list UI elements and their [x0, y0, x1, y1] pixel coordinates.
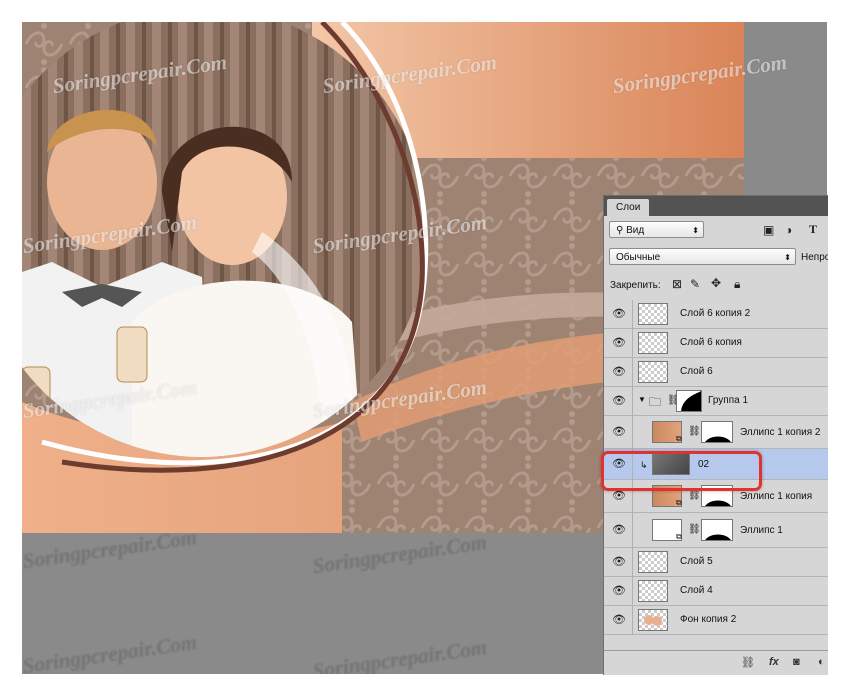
divider	[632, 606, 633, 635]
divider	[632, 548, 633, 577]
vector-mask-icon: ⧉	[676, 532, 682, 541]
layer-row[interactable]: 👁︎ ⧉ ⛓︎ Эллипс 1 копия 2	[604, 416, 828, 449]
layer-row[interactable]: 👁︎ Фон копия 2	[604, 606, 828, 635]
updown-arrows-icon: ⬍	[692, 226, 699, 235]
watermark-text: Soringpcrepair.Com	[311, 634, 489, 674]
eye-icon[interactable]: 👁︎	[608, 306, 630, 322]
watermark-text: Soringpcrepair.Com	[311, 529, 489, 579]
layer-mask-thumbnail	[701, 519, 733, 541]
layer-row[interactable]: 👁︎ ⧉ ⛓︎ Эллипс 1	[604, 513, 828, 548]
eye-icon[interactable]: 👁︎	[608, 393, 630, 409]
layer-thumbnail	[638, 332, 668, 354]
layer-name: Эллипс 1 копия 2	[740, 427, 821, 438]
divider	[632, 416, 633, 449]
lock-all-icon[interactable]: 🔒︎	[734, 277, 740, 292]
search-icon: ⚲	[616, 225, 627, 236]
mask-shape-icon	[681, 391, 701, 411]
eye-icon[interactable]: 👁︎	[608, 522, 630, 538]
layer-name: Слой 5	[680, 556, 713, 567]
selection-callout	[601, 451, 762, 491]
updown-arrows-icon: ⬍	[784, 253, 791, 262]
add-mask-icon[interactable]: ◙	[793, 656, 800, 668]
panel-tab-bar: Слои	[604, 196, 828, 216]
chain-link-icon[interactable]: ⛓︎	[688, 490, 701, 501]
filter-kind-select[interactable]: ⚲ Вид ⬍	[609, 221, 704, 238]
type-filter-icon[interactable]: T	[809, 222, 817, 237]
lock-brush-icon[interactable]: ✎	[690, 277, 700, 291]
layer-thumbnail	[638, 580, 668, 602]
vector-mask-icon: ⧉	[676, 434, 682, 443]
layer-row[interactable]: 👁︎ Слой 5	[604, 548, 828, 577]
eye-icon[interactable]: 👁︎	[608, 424, 630, 440]
chain-link-icon[interactable]: ⛓︎	[688, 524, 701, 535]
layer-thumbnail	[638, 551, 668, 573]
layer-mask-thumbnail	[701, 421, 733, 443]
layer-thumbnail	[638, 609, 668, 631]
eye-icon[interactable]: 👁︎	[608, 364, 630, 380]
layer-thumbnail	[638, 361, 668, 383]
lock-move-icon[interactable]: ✥	[711, 276, 721, 290]
layer-name: Группа 1	[708, 395, 749, 406]
photo-thumbnail-icon	[644, 615, 662, 626]
divider	[632, 387, 633, 416]
eye-icon[interactable]: 👁︎	[608, 612, 630, 628]
fx-button[interactable]: fx	[769, 656, 779, 668]
divider	[632, 513, 633, 548]
chain-link-icon[interactable]: ⛓︎	[688, 426, 701, 437]
divider	[632, 329, 633, 358]
layer-name: Слой 6 копия	[680, 337, 742, 348]
panel-bottom-toolbar: ⛓︎ fx ◙ ◐	[604, 650, 828, 675]
layer-row[interactable]: 👁︎ Слой 6 копия 2	[604, 300, 828, 329]
layer-row[interactable]: 👁︎ Слой 6	[604, 358, 828, 387]
lock-transparent-icon[interactable]: ⊠	[672, 277, 682, 291]
tab-layers[interactable]: Слои	[607, 199, 650, 216]
layer-name: Эллипс 1	[740, 525, 783, 536]
layer-name: Слой 6	[680, 366, 713, 377]
filter-row: ⚲ Вид ⬍ ▣ ◑ T	[604, 220, 828, 242]
eye-icon[interactable]: 👁︎	[608, 554, 630, 570]
eye-icon[interactable]: 👁︎	[608, 583, 630, 599]
layer-row[interactable]: 👁︎ Слой 6 копия	[604, 329, 828, 358]
disclosure-triangle-icon[interactable]: ▼	[638, 395, 646, 404]
layer-name: Слой 4	[680, 585, 713, 596]
vector-mask-icon: ⧉	[676, 498, 682, 507]
divider	[632, 577, 633, 606]
layer-name: Фон копия 2	[680, 614, 737, 625]
layer-name: Эллипс 1 копия	[740, 491, 813, 502]
eye-icon[interactable]: 👁︎	[608, 335, 630, 351]
watermark-text: Soringpcrepair.Com	[22, 629, 199, 674]
layer-mask-thumbnail	[676, 390, 702, 412]
lock-label: Закрепить:	[610, 280, 661, 291]
layers-panel: Слои ⚲ Вид ⬍ ▣ ◑ T Обычные ⬍ Непро Закре…	[603, 195, 828, 675]
blend-mode-select[interactable]: Обычные ⬍	[609, 248, 796, 265]
layer-row[interactable]: 👁︎ Слой 4	[604, 577, 828, 606]
adjustment-filter-icon[interactable]: ◑	[785, 223, 792, 237]
lock-row: Закрепить: ⊠ ✎ ✥ 🔒︎	[604, 276, 828, 296]
layer-group-row[interactable]: 👁︎ ▼ 🗀︎ ⛓︎ Группа 1	[604, 387, 828, 416]
mask-shape-icon	[705, 436, 731, 442]
adjustment-layer-icon[interactable]: ◐	[818, 656, 825, 668]
filter-kind-label: Вид	[626, 225, 645, 236]
folder-icon: 🗀︎	[649, 395, 662, 409]
divider	[632, 358, 633, 387]
blend-row: Обычные ⬍ Непро	[604, 247, 828, 269]
blend-mode-label: Обычные	[616, 252, 661, 263]
divider	[632, 300, 633, 329]
mask-shape-icon	[705, 534, 731, 540]
link-layers-icon[interactable]: ⛓︎	[741, 656, 755, 669]
image-filter-icon[interactable]: ▣	[763, 223, 774, 237]
layer-name: Слой 6 копия 2	[680, 308, 751, 319]
opacity-label: Непро	[801, 252, 828, 263]
layer-thumbnail	[638, 303, 668, 325]
